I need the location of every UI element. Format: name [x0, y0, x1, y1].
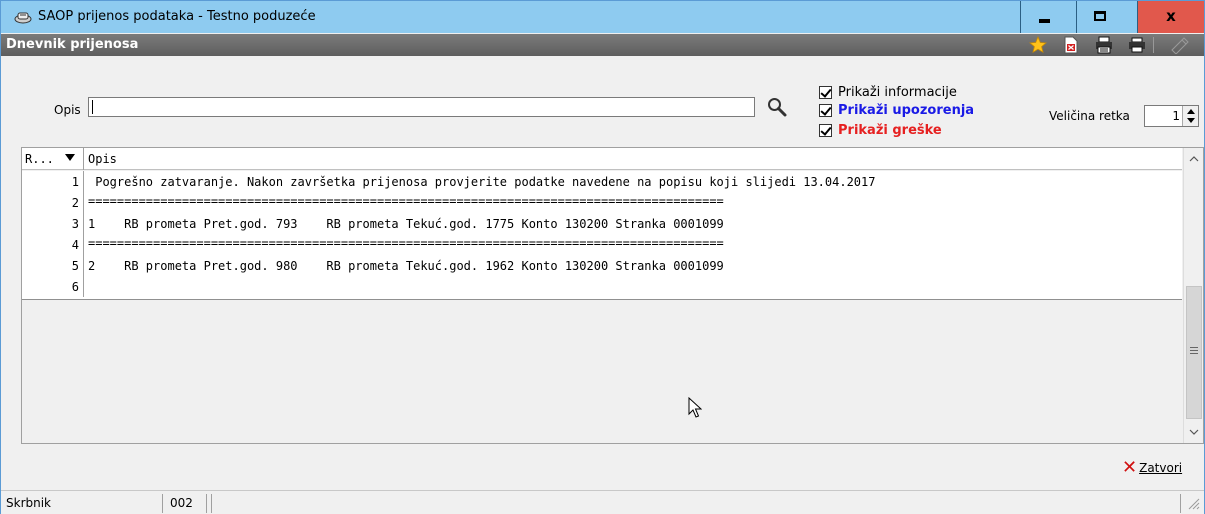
status-user: Skrbnik: [3, 494, 163, 513]
table-row[interactable]: 4 ======================================…: [22, 234, 1182, 255]
maximize-button[interactable]: [1077, 1, 1123, 33]
section-header: Dnevnik prijenosa: [1, 34, 1204, 56]
table-row[interactable]: 6: [22, 276, 1182, 297]
text-caret: [92, 100, 93, 114]
resize-grip-icon[interactable]: [1186, 496, 1200, 510]
spin-up-icon[interactable]: [1187, 109, 1195, 114]
row-number: 3: [22, 213, 84, 234]
status-bar: Skrbnik 002: [1, 490, 1204, 514]
export-excel-icon[interactable]: [1060, 34, 1082, 56]
bottom-bar: ✕ Zatvori: [1, 445, 1204, 490]
grid-header: R... Opis: [22, 148, 1182, 170]
window-title: SAOP prijenos podataka - Testno poduzeće: [38, 9, 316, 24]
edit-disabled-icon: [1169, 34, 1191, 56]
checkbox-warnings[interactable]: [819, 103, 832, 117]
row-number: 5: [22, 255, 84, 276]
row-text: Pogrešno zatvaranje. Nakon završetka pri…: [88, 175, 876, 189]
table-row[interactable]: 1 Pogrešno zatvaranje. Nakon završetka p…: [22, 171, 1182, 192]
transfer-icon: [14, 10, 32, 24]
table-row[interactable]: 3 1 RB prometa Pret.god. 793 RB prometa …: [22, 213, 1182, 234]
scroll-down-button[interactable]: [1184, 423, 1204, 441]
column-header-opis-label: Opis: [88, 152, 117, 166]
grid-rows: 1 Pogrešno zatvaranje. Nakon završetka p…: [22, 171, 1182, 300]
vertical-scrollbar[interactable]: [1183, 148, 1203, 443]
sort-arrow-icon: [65, 154, 75, 161]
close-window-button[interactable]: x: [1138, 1, 1204, 33]
minimize-button[interactable]: [1021, 1, 1067, 33]
spin-down-icon[interactable]: [1187, 118, 1195, 123]
separator: [1153, 37, 1154, 53]
log-grid[interactable]: R... Opis 1 Pogrešno zatvaranje. Nakon z…: [21, 147, 1204, 444]
checkbox-info-label: Prikaži informacije: [838, 84, 957, 100]
opis-search-input[interactable]: [88, 97, 755, 117]
checkbox-warnings-label: Prikaži upozorenja: [838, 102, 975, 118]
row-text: ========================================…: [88, 236, 724, 250]
scrollbar-thumb[interactable]: [1186, 286, 1202, 419]
row-number: 1: [22, 171, 84, 192]
magnifier-icon: [768, 98, 787, 117]
app-window: SAOP prijenos podataka - Testno poduzeće…: [0, 0, 1205, 514]
checkbox-errors[interactable]: [819, 123, 832, 137]
row-text: 1 RB prometa Pret.god. 793 RB prometa Te…: [88, 217, 724, 231]
star-icon[interactable]: [1027, 34, 1049, 56]
section-title: Dnevnik prijenosa: [6, 37, 139, 52]
status-code: 002: [167, 494, 207, 513]
checkbox-show-warnings[interactable]: Prikaži upozorenja: [819, 101, 974, 119]
row-text: 2 RB prometa Pret.god. 980 RB prometa Te…: [88, 259, 724, 273]
column-header-r-label: R...: [25, 152, 54, 166]
checkbox-errors-label: Prikaži greške: [838, 122, 942, 138]
filter-panel: Opis Prikaži informacije Prikaži upozore…: [1, 57, 1204, 146]
close-button-label: Zatvori: [1139, 461, 1183, 475]
checkbox-show-info[interactable]: Prikaži informacije: [819, 83, 957, 101]
printer-icon[interactable]: [1126, 34, 1148, 56]
row-size-spin-buttons[interactable]: [1182, 106, 1198, 126]
table-row[interactable]: 2 ======================================…: [22, 192, 1182, 213]
row-number: 4: [22, 234, 84, 255]
column-header-r[interactable]: R...: [22, 148, 84, 170]
column-header-opis[interactable]: Opis: [86, 148, 117, 170]
opis-label: Opis: [54, 103, 81, 117]
table-row[interactable]: 5 2 RB prometa Pret.god. 980 RB prometa …: [22, 255, 1182, 276]
chevron-down-icon: [1189, 429, 1199, 435]
chevron-up-icon: [1189, 156, 1199, 162]
checkbox-show-errors[interactable]: Prikaži greške: [819, 121, 942, 139]
close-x-icon: ✕: [1122, 457, 1138, 478]
row-size-label: Veličina retka: [1049, 109, 1130, 123]
row-size-stepper[interactable]: 1: [1144, 105, 1199, 127]
row-number: 6: [22, 276, 84, 297]
close-icon: x: [1166, 7, 1176, 25]
checkbox-info[interactable]: [819, 85, 832, 99]
row-size-value: 1: [1172, 109, 1180, 123]
maximize-icon: [1094, 11, 1106, 21]
mouse-pointer-icon: [688, 396, 703, 419]
scroll-up-button[interactable]: [1184, 150, 1204, 168]
close-button[interactable]: ✕ Zatvori: [1122, 459, 1182, 477]
title-bar[interactable]: SAOP prijenos podataka - Testno poduzeće…: [1, 1, 1204, 33]
status-empty-panel: [211, 494, 1181, 513]
row-text: ========================================…: [88, 194, 724, 208]
printer-stack-icon[interactable]: [1093, 34, 1115, 56]
search-button[interactable]: [766, 96, 790, 118]
minimize-icon: [1039, 19, 1050, 23]
row-number: 2: [22, 192, 84, 213]
grip-icon: [1190, 347, 1198, 355]
